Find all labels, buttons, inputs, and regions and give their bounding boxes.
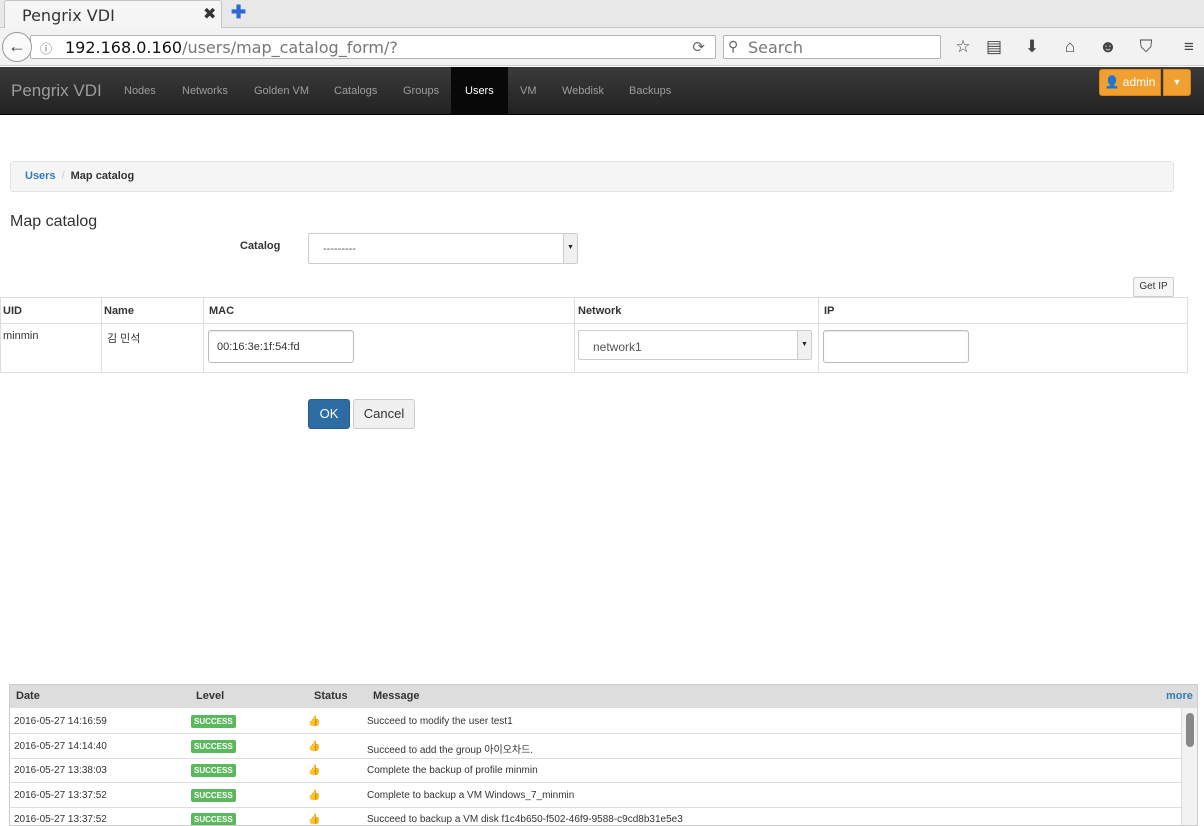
admin-dropdown-caret[interactable]: ▼ (1163, 69, 1191, 96)
browser-tab-bar: Pengrix VDI ✖ ✚ (0, 0, 1204, 28)
column-header-mac: MAC (203, 297, 575, 324)
map-table: UID Name MAC Network IP minmin 김 민석 00:1… (0, 297, 1188, 373)
catalog-select[interactable]: --------- ▼ (308, 233, 578, 264)
log-date: 2016-05-27 13:37:52 (14, 790, 107, 801)
log-row: 2016-05-27 13:37:52 SUCCESS 👍 Complete t… (10, 783, 1183, 808)
page-title: Map catalog (10, 213, 98, 230)
name-cell: 김 민석 (101, 323, 204, 373)
info-icon[interactable]: ⓘ (40, 40, 52, 57)
log-message: Complete the backup of profile minmin (367, 765, 538, 776)
nav-users[interactable]: Users (451, 67, 508, 115)
nav-catalogs[interactable]: Catalogs (320, 67, 391, 115)
nav-vm[interactable]: VM (506, 67, 551, 115)
nav-webdisk[interactable]: Webdisk (548, 67, 618, 115)
network-select[interactable]: network1 ▼ (578, 330, 812, 360)
reading-list-icon[interactable]: ▤ (983, 37, 1005, 57)
new-tab-icon[interactable]: ✚ (231, 2, 246, 23)
smiley-icon[interactable]: ☻ (1097, 37, 1119, 57)
admin-label: admin (1122, 75, 1156, 89)
menu-icon[interactable]: ≡ (1178, 37, 1200, 57)
mac-input[interactable]: 00:16:3e:1f:54:fd (208, 330, 354, 363)
log-date: 2016-05-27 13:38:03 (14, 765, 107, 776)
reload-icon[interactable]: ⟳ (692, 38, 705, 56)
log-row: 2016-05-27 13:38:03 SUCCESS 👍 Complete t… (10, 758, 1183, 783)
log-date: 2016-05-27 14:14:40 (14, 741, 107, 752)
uid-cell: minmin (0, 323, 102, 373)
column-header-network: Network (574, 297, 819, 324)
user-icon: 👤 (1104, 75, 1120, 89)
status-badge: SUCCESS (191, 764, 236, 777)
nav-networks[interactable]: Networks (168, 67, 242, 115)
column-header-name: Name (101, 297, 204, 324)
search-placeholder: Search (748, 38, 803, 57)
scrollbar-thumb[interactable] (1186, 713, 1194, 747)
breadcrumb-users-link[interactable]: Users (25, 170, 56, 182)
log-date: 2016-05-27 13:37:52 (14, 814, 107, 825)
column-header-ip: IP (818, 297, 1188, 324)
log-date: 2016-05-27 14:16:59 (14, 716, 107, 727)
log-message: Succeed to add the group 아이오차드. (367, 745, 534, 756)
bookmark-star-icon[interactable]: ☆ (952, 37, 974, 57)
thumbs-up-icon: 👍 (308, 765, 321, 776)
cancel-button[interactable]: Cancel (353, 399, 415, 429)
app-navbar: Pengrix VDI Nodes Networks Golden VM Cat… (0, 67, 1204, 115)
status-badge: SUCCESS (191, 813, 236, 825)
breadcrumb: Users / Map catalog (10, 161, 1174, 192)
pocket-icon[interactable]: ⛉ (1135, 37, 1157, 57)
browser-tab[interactable]: Pengrix VDI ✖ (4, 0, 222, 28)
ip-input[interactable] (823, 330, 969, 363)
admin-button[interactable]: 👤 admin (1099, 69, 1161, 96)
catalog-label: Catalog (240, 240, 281, 252)
back-button[interactable]: ← (2, 32, 32, 62)
log-message: Succeed to backup a VM disk f1c4b650-f50… (367, 814, 683, 825)
ok-button[interactable]: OK (308, 399, 350, 429)
url-text: 192.168.0.160/users/map_catalog_form/? (65, 38, 398, 57)
network-select-value: network1 (593, 340, 642, 354)
log-header-level: Level (196, 690, 225, 702)
thumbs-up-icon: 👍 (308, 790, 321, 801)
status-badge: SUCCESS (191, 715, 236, 728)
log-row: 2016-05-27 14:16:59 SUCCESS 👍 Succeed to… (10, 709, 1183, 734)
tab-title: Pengrix VDI (22, 6, 115, 25)
thumbs-up-icon: 👍 (308, 716, 321, 727)
brand-logo[interactable]: Pengrix VDI (11, 81, 102, 101)
nav-nodes[interactable]: Nodes (110, 67, 170, 115)
close-tab-icon[interactable]: ✖ (203, 4, 216, 24)
thumbs-up-icon: 👍 (308, 814, 321, 825)
home-icon[interactable]: ⌂ (1059, 37, 1081, 57)
url-bar[interactable]: ⓘ 192.168.0.160/users/map_catalog_form/?… (30, 35, 716, 59)
log-scrollbar[interactable] (1181, 708, 1197, 825)
log-header-message: Message (373, 690, 420, 702)
log-header-status: Status (314, 690, 348, 702)
get-ip-button[interactable]: Get IP (1133, 277, 1174, 297)
table-row: minmin 김 민석 00:16:3e:1f:54:fd network1 ▼ (0, 323, 1188, 373)
chevron-down-icon: ▼ (563, 234, 577, 263)
nav-groups[interactable]: Groups (389, 67, 453, 115)
log-header-date: Date (16, 690, 40, 702)
nav-backups[interactable]: Backups (615, 67, 685, 115)
column-header-uid: UID (0, 297, 102, 324)
status-badge: SUCCESS (191, 740, 236, 753)
search-input[interactable]: ⚲ Search (723, 35, 941, 59)
log-message: Complete to backup a VM Windows_7_minmin (367, 790, 575, 801)
catalog-select-value: --------- (323, 243, 356, 255)
nav-golden-vm[interactable]: Golden VM (240, 67, 323, 115)
thumbs-up-icon: 👍 (308, 741, 321, 752)
log-message: Succeed to modify the user test1 (367, 716, 513, 727)
download-icon[interactable]: ⬇ (1021, 37, 1043, 57)
breadcrumb-separator: / (61, 170, 65, 182)
log-header: Date Level Status Message more (10, 685, 1197, 708)
log-panel: Date Level Status Message more 2016-05-2… (9, 684, 1198, 826)
log-row: 2016-05-27 14:14:40 SUCCESS 👍 Succeed to… (10, 734, 1183, 759)
browser-toolbar: ⓘ 192.168.0.160/users/map_catalog_form/?… (0, 28, 1204, 66)
status-badge: SUCCESS (191, 789, 236, 802)
log-more-link[interactable]: more (1166, 690, 1197, 702)
breadcrumb-current: Map catalog (70, 170, 135, 182)
chevron-down-icon: ▼ (797, 331, 811, 359)
search-icon: ⚲ (728, 38, 739, 54)
log-row: 2016-05-27 13:37:52 SUCCESS 👍 Succeed to… (10, 807, 1183, 825)
